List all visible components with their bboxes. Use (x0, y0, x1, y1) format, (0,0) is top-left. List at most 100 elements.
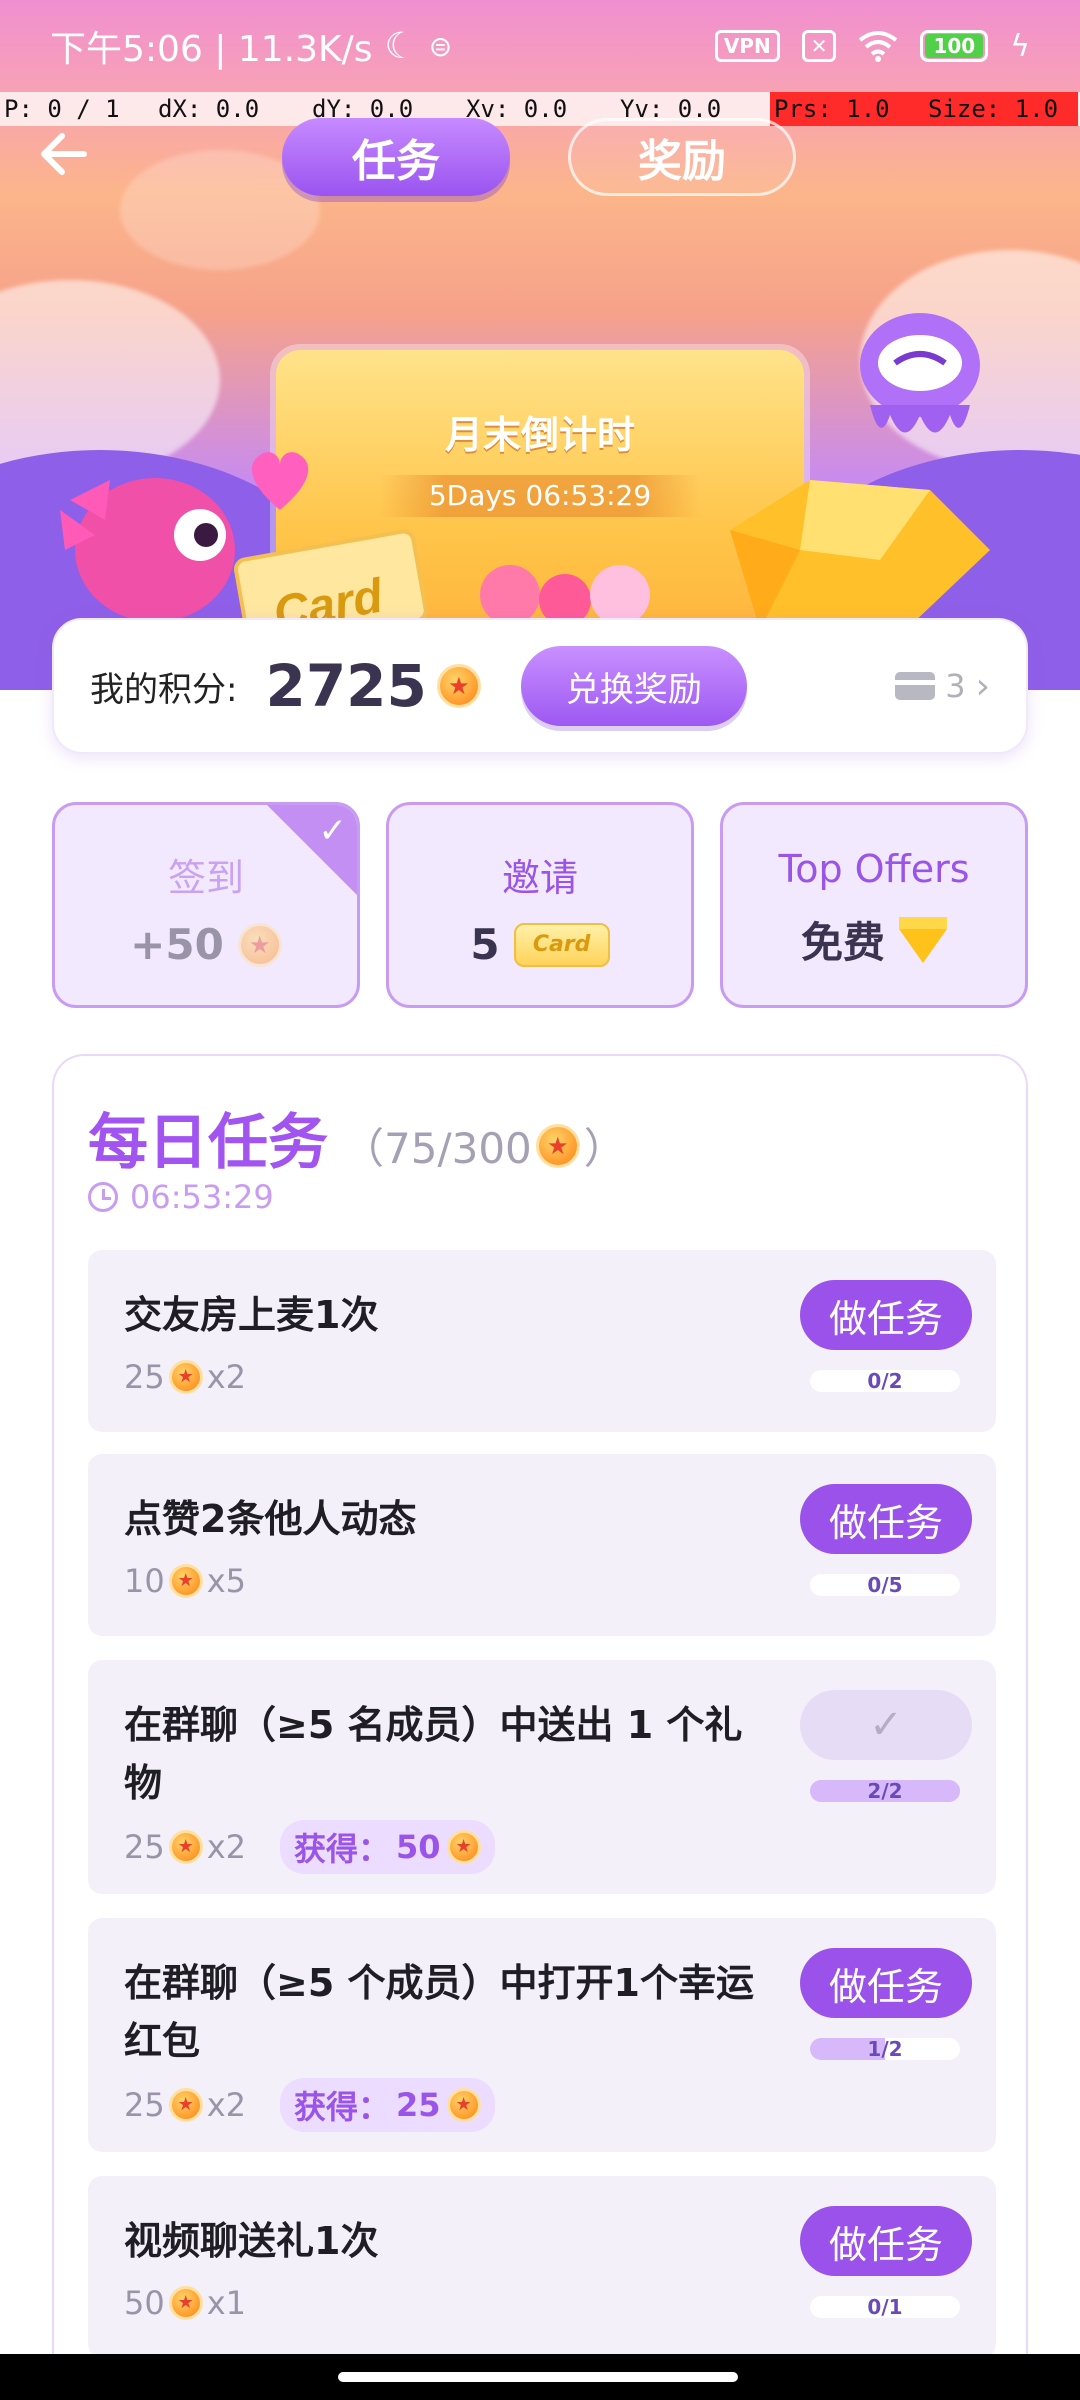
card-badge-icon: Card (513, 922, 610, 967)
task-item: 在群聊（≥5 个成员）中打开1个幸运红包 25 x2 获得： 25 做任务 1/… (88, 1918, 996, 2152)
task-name: 在群聊（≥5 名成员）中送出 1 个礼物 (124, 1703, 743, 1805)
home-gesture-handle[interactable] (338, 2372, 738, 2382)
earned-badge: 获得： 25 (280, 2078, 495, 2132)
coin-icon (446, 1830, 481, 1864)
cards-count-value: 3 (945, 667, 966, 705)
earned-label: 获得： (294, 2088, 391, 2126)
task-progress-text: 0/5 (867, 1574, 903, 1596)
daily-tasks-title: 每日任务 (88, 1108, 328, 1178)
card-icon (895, 672, 936, 700)
check-icon: ✓ (318, 811, 348, 851)
task-item: 视频聊送礼1次 50 x1 做任务 0/1 (88, 2176, 996, 2358)
charging-icon: ϟ (1010, 28, 1030, 64)
coin-icon (168, 1830, 203, 1864)
task-item: 点赞2条他人动态 10 x5 做任务 0/5 (88, 1454, 996, 1636)
chevron-right-icon: › (975, 665, 990, 707)
task-reward-value: 10 (124, 1562, 165, 1600)
daily-progress-close: ） (583, 1124, 626, 1173)
vpn-icon: VPN (714, 30, 780, 62)
coin-icon (168, 2286, 203, 2320)
invite-card[interactable]: 邀请 5 Card (386, 802, 694, 1008)
sync-icon: ⊜ (428, 29, 453, 63)
task-progress-bar: 2/2 (810, 1780, 960, 1802)
task-progress-text: 2/2 (867, 1780, 903, 1802)
task-progress-text: 0/2 (867, 1370, 903, 1392)
checkin-card[interactable]: ✓ 签到 +50 (52, 802, 360, 1008)
daily-progress-text: （75/300 (342, 1124, 532, 1173)
task-reward-value: 25 (124, 2086, 165, 2124)
diamond-small-icon (899, 916, 947, 963)
task-reward-value: 50 (124, 2284, 165, 2322)
coin-icon (535, 1123, 580, 1168)
task-progress-bar: 0/5 (810, 1574, 960, 1596)
checkin-value: +50 (130, 920, 224, 969)
debug-size: Size: 1.0 (924, 92, 1078, 126)
status-bar: 下午5:06 | 11.3K/s ☾ ⊜ VPN ✕ 100 ϟ (0, 0, 1080, 92)
no-sim-icon: ✕ (801, 30, 837, 62)
task-name: 交友房上麦1次 (124, 1293, 379, 1337)
coin-icon (168, 2088, 203, 2122)
task-progress-bar: 1/2 (810, 2038, 960, 2060)
task-name: 点赞2条他人动态 (124, 1497, 417, 1541)
task-completed-button: ✓ (800, 1690, 972, 1760)
cards-count-link[interactable]: 3 › (895, 666, 990, 707)
top-offers-card[interactable]: Top Offers 免费 (720, 802, 1028, 1008)
task-reward-multiplier: x1 (206, 2284, 247, 2322)
task-name: 视频聊送礼1次 (124, 2219, 379, 2263)
task-reward-multiplier: x2 (206, 1358, 247, 1396)
coin-icon (446, 2088, 481, 2122)
exchange-rewards-button[interactable]: 兑换奖励 (520, 646, 747, 726)
back-arrow-icon[interactable] (34, 124, 94, 184)
invite-title: 邀请 (501, 856, 578, 900)
points-value: 2725 (265, 652, 427, 720)
task-reward-value: 25 (124, 1828, 165, 1866)
task-name: 在群聊（≥5 个成员）中打开1个幸运红包 (124, 1961, 754, 2063)
system-navigation-bar (0, 2354, 1080, 2400)
coin-icon (237, 922, 282, 967)
earned-badge: 获得： 50 (280, 1820, 495, 1874)
wifi-icon (859, 31, 898, 62)
top-offers-title: Top Offers (778, 847, 970, 891)
task-item: 交友房上麦1次 25 x2 做任务 0/2 (88, 1250, 996, 1432)
task-progress-text: 1/2 (867, 2038, 903, 2060)
purple-mascot-icon (860, 313, 980, 433)
do-task-button[interactable]: 做任务 (800, 1484, 972, 1554)
task-reward-value: 25 (124, 1358, 165, 1396)
task-reward-multiplier: x5 (206, 1562, 247, 1600)
task-progress-text: 0/1 (867, 2296, 903, 2318)
daily-timer-value: 06:53:29 (130, 1178, 274, 1216)
countdown-title: 月末倒计时 (444, 413, 635, 457)
do-task-button[interactable]: 做任务 (800, 1280, 972, 1350)
heart-icon (251, 452, 309, 510)
task-progress-bar: 0/1 (810, 2296, 960, 2318)
do-task-button[interactable]: 做任务 (800, 1948, 972, 2018)
do-task-button[interactable]: 做任务 (800, 2206, 972, 2276)
earned-value: 25 (396, 2086, 441, 2124)
points-label: 我的积分: (90, 669, 238, 710)
battery-icon: 100 (920, 30, 989, 62)
task-item: 在群聊（≥5 名成员）中送出 1 个礼物 25 x2 获得： 50 ✓ 2/2 (88, 1660, 996, 1894)
daily-tasks-section: 每日任务 （75/300 ） 06:53:29 交友房上麦1次 25 x2 做任… (52, 1054, 1028, 2400)
coin-icon (168, 1360, 203, 1394)
daily-timer: 06:53:29 (88, 1178, 274, 1216)
debug-pointer-count: P: 0 / 1 (4, 95, 120, 123)
top-offers-value: 免费 (800, 918, 885, 967)
candy-decoration-icon (480, 565, 650, 626)
invite-value: 5 (470, 920, 500, 969)
task-reward-multiplier: x2 (206, 1828, 247, 1866)
earned-label: 获得： (294, 1830, 391, 1868)
top-tabs: 任务 奖励 (282, 118, 796, 196)
coin-icon (168, 1564, 203, 1598)
tab-tasks[interactable]: 任务 (282, 118, 510, 196)
daily-tasks-progress: （75/300 ） (342, 1115, 626, 1176)
coin-icon (436, 664, 481, 708)
my-points-card: 我的积分: 2725 兑换奖励 3 › (52, 618, 1028, 754)
task-progress-bar: 0/2 (810, 1370, 960, 1392)
tab-rewards[interactable]: 奖励 (568, 118, 796, 196)
status-time: 下午5:06 | 11.3K/s (50, 29, 373, 70)
task-reward-multiplier: x2 (206, 2086, 247, 2124)
moon-icon: ☾ (384, 25, 417, 67)
pink-mascot-icon (60, 478, 235, 622)
countdown-timer: 5Days 06:53:29 (380, 475, 700, 517)
clock-icon (88, 1182, 118, 1212)
